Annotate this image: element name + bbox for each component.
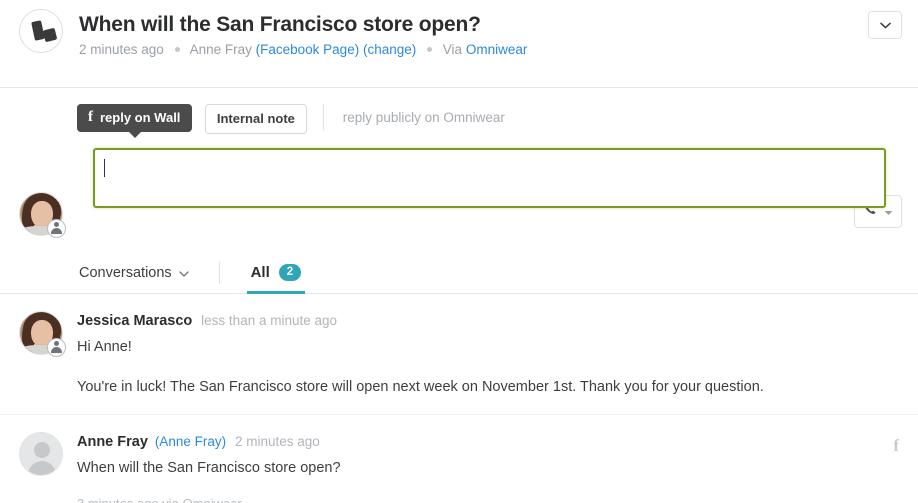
tab-reply-on-wall[interactable]: f reply on Wall	[77, 104, 193, 138]
message-avatar	[19, 311, 66, 357]
message-body-line: When will the San Francisco store open?	[77, 460, 341, 476]
message-footer-time: 3 minutes ago	[77, 496, 159, 503]
text-cursor	[104, 159, 105, 177]
divider	[323, 104, 325, 130]
header-via-label: Via	[442, 42, 463, 57]
message-avatar	[19, 432, 63, 476]
header-subtitle: 2 minutes ago Anne Fray (Facebook Page) …	[79, 41, 900, 59]
tab-reply-on-wall-label: reply on Wall	[100, 110, 181, 125]
page-title: When will the San Francisco store open?	[79, 13, 481, 36]
tab-all-label: All	[250, 264, 270, 281]
tab-conversations-label: Conversations	[79, 264, 172, 281]
conversation-tabs: Conversations All 2	[0, 252, 918, 294]
message-item: Anne Fray (Anne Fray) 2 minutes ago When…	[0, 415, 918, 503]
person-badge-icon	[47, 338, 66, 357]
tab-all-count-badge: 2	[278, 264, 302, 281]
chevron-down-icon	[879, 22, 891, 29]
reply-channel-bar: f reply on Wall Internal note reply publ…	[77, 104, 902, 138]
tab-all[interactable]: All 2	[246, 252, 306, 294]
message-footer-via: via	[162, 496, 179, 503]
message-footer: 3 minutes ago via Omniwear	[77, 496, 902, 503]
collapse-conversation-button[interactable]	[868, 11, 902, 39]
separator-dot	[174, 46, 180, 52]
header-time-ago: 2 minutes ago	[79, 42, 164, 57]
facebook-icon: f	[893, 436, 899, 455]
message-body-line: You're in luck! The San Francisco store …	[77, 379, 764, 395]
header-source-link[interactable]: (Facebook Page)	[256, 42, 360, 57]
message-body-line: Hi Anne!	[77, 339, 132, 355]
reply-hint-text: reply publicly on Omniwear	[342, 110, 505, 125]
person-badge-icon	[47, 219, 66, 238]
omniwear-shapes-logo-icon	[19, 9, 63, 53]
reply-textarea[interactable]	[93, 148, 886, 208]
separator-dot	[427, 46, 433, 52]
message-author: Anne Fray	[77, 434, 148, 450]
chevron-down-icon	[179, 265, 189, 281]
header-via-link[interactable]: Omniwear	[466, 42, 528, 57]
tab-internal-note[interactable]: Internal note	[204, 104, 307, 134]
message-timestamp: less than a minute ago	[201, 313, 338, 328]
avatar	[19, 432, 63, 476]
message-timestamp: 2 minutes ago	[234, 434, 320, 449]
header-author: Anne Fray	[189, 42, 252, 57]
reply-composer: f reply on Wall Internal note reply publ…	[0, 88, 918, 238]
message-header: Jessica Marasco less than a minute ago	[77, 311, 902, 331]
message-author-handle[interactable]: (Anne Fray)	[155, 434, 226, 449]
header-text-block: When will the San Francisco store open? …	[79, 12, 900, 59]
conversation-header: When will the San Francisco store open? …	[0, 0, 918, 88]
composer-avatar	[19, 192, 66, 238]
message-author: Jessica Marasco	[77, 313, 193, 329]
tab-conversations-dropdown[interactable]: Conversations	[79, 252, 189, 293]
message-footer-channel-link[interactable]: Omniwear	[183, 496, 242, 503]
header-change-link[interactable]: (change)	[363, 42, 416, 57]
conversation-page: When will the San Francisco store open? …	[0, 0, 918, 503]
divider	[219, 262, 221, 284]
tab-internal-note-label: Internal note	[216, 111, 295, 126]
facebook-icon: f	[88, 109, 93, 125]
message-item: Jessica Marasco less than a minute ago H…	[0, 294, 918, 415]
message-header: Anne Fray (Anne Fray) 2 minutes ago	[77, 432, 902, 452]
